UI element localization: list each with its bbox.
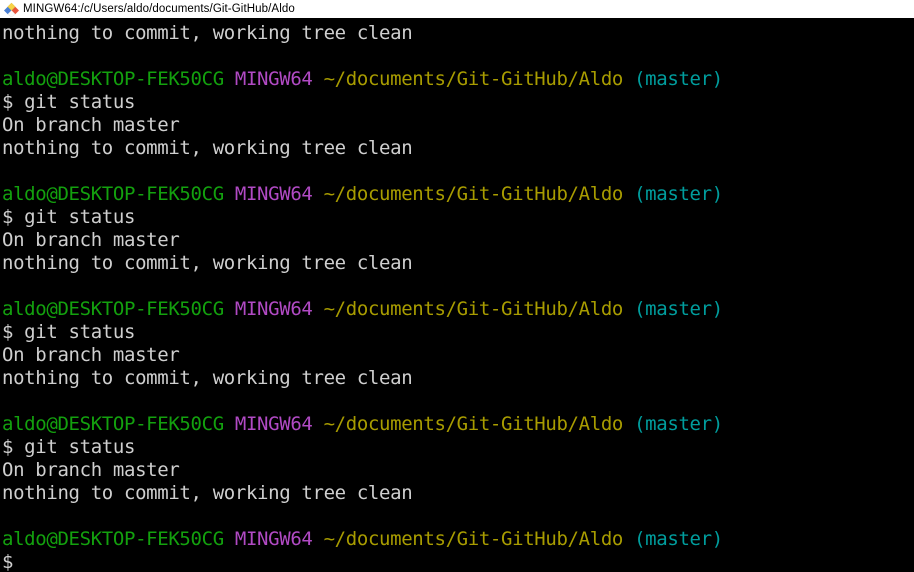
mintty-terminal-window: MINGW64:/c/Users/aldo/documents/Git-GitH… [0,0,914,572]
terminal-input-line[interactable]: $ [2,551,914,572]
prompt-user-host: aldo@DESKTOP-FEK50CG [2,528,224,550]
mintty-diamond-icon [4,2,19,17]
terminal-command-line: $ git status [2,321,136,343]
prompt-tty: MINGW64 [234,528,313,550]
terminal-output-line: On branch master [2,459,180,481]
terminal-command-line: $ git status [2,436,136,458]
prompt-tty: MINGW64 [234,298,313,320]
terminal-command-line: $ git status [2,91,136,113]
terminal-output-line: nothing to commit, working tree clean [2,367,413,389]
prompt-path: ~/documents/Git-GitHub/Aldo [323,528,624,550]
terminal-prompt-line: aldo@DESKTOP-FEK50CG MINGW64 ~/documents… [2,298,914,321]
terminal-prompt-line: aldo@DESKTOP-FEK50CG MINGW64 ~/documents… [2,528,914,551]
terminal-output-line: On branch master [2,229,180,251]
prompt-tty: MINGW64 [234,413,313,435]
prompt-git-branch: (master) [634,298,723,320]
prompt-path: ~/documents/Git-GitHub/Aldo [323,298,624,320]
terminal-output-line: nothing to commit, working tree clean [2,137,413,159]
terminal-prompt-line: aldo@DESKTOP-FEK50CG MINGW64 ~/documents… [2,413,914,436]
prompt-git-branch: (master) [634,528,723,550]
terminal-output-line: nothing to commit, working tree clean [2,22,413,44]
prompt-tty: MINGW64 [234,183,313,205]
window-titlebar[interactable]: MINGW64:/c/Users/aldo/documents/Git-GitH… [0,0,914,19]
terminal-screen[interactable]: nothing to commit, working tree clean al… [0,19,914,572]
prompt-user-host: aldo@DESKTOP-FEK50CG [2,413,224,435]
terminal-output-line: nothing to commit, working tree clean [2,252,413,274]
prompt-tty: MINGW64 [234,68,313,90]
window-title: MINGW64:/c/Users/aldo/documents/Git-GitH… [23,2,295,15]
terminal-prompt-line: aldo@DESKTOP-FEK50CG MINGW64 ~/documents… [2,183,914,206]
prompt-path: ~/documents/Git-GitHub/Aldo [323,413,624,435]
prompt-user-host: aldo@DESKTOP-FEK50CG [2,68,224,90]
prompt-git-branch: (master) [634,68,723,90]
terminal-output-line: nothing to commit, working tree clean [2,482,413,504]
terminal-output-line: On branch master [2,114,180,136]
terminal-output-line: On branch master [2,344,180,366]
prompt-user-host: aldo@DESKTOP-FEK50CG [2,183,224,205]
prompt-user-host: aldo@DESKTOP-FEK50CG [2,298,224,320]
terminal-prompt-line: aldo@DESKTOP-FEK50CG MINGW64 ~/documents… [2,68,914,91]
terminal-buffer: nothing to commit, working tree clean al… [0,19,914,572]
prompt-path: ~/documents/Git-GitHub/Aldo [323,183,624,205]
prompt-git-branch: (master) [634,413,723,435]
prompt-git-branch: (master) [634,183,723,205]
prompt-path: ~/documents/Git-GitHub/Aldo [323,68,624,90]
terminal-command-line: $ git status [2,206,136,228]
